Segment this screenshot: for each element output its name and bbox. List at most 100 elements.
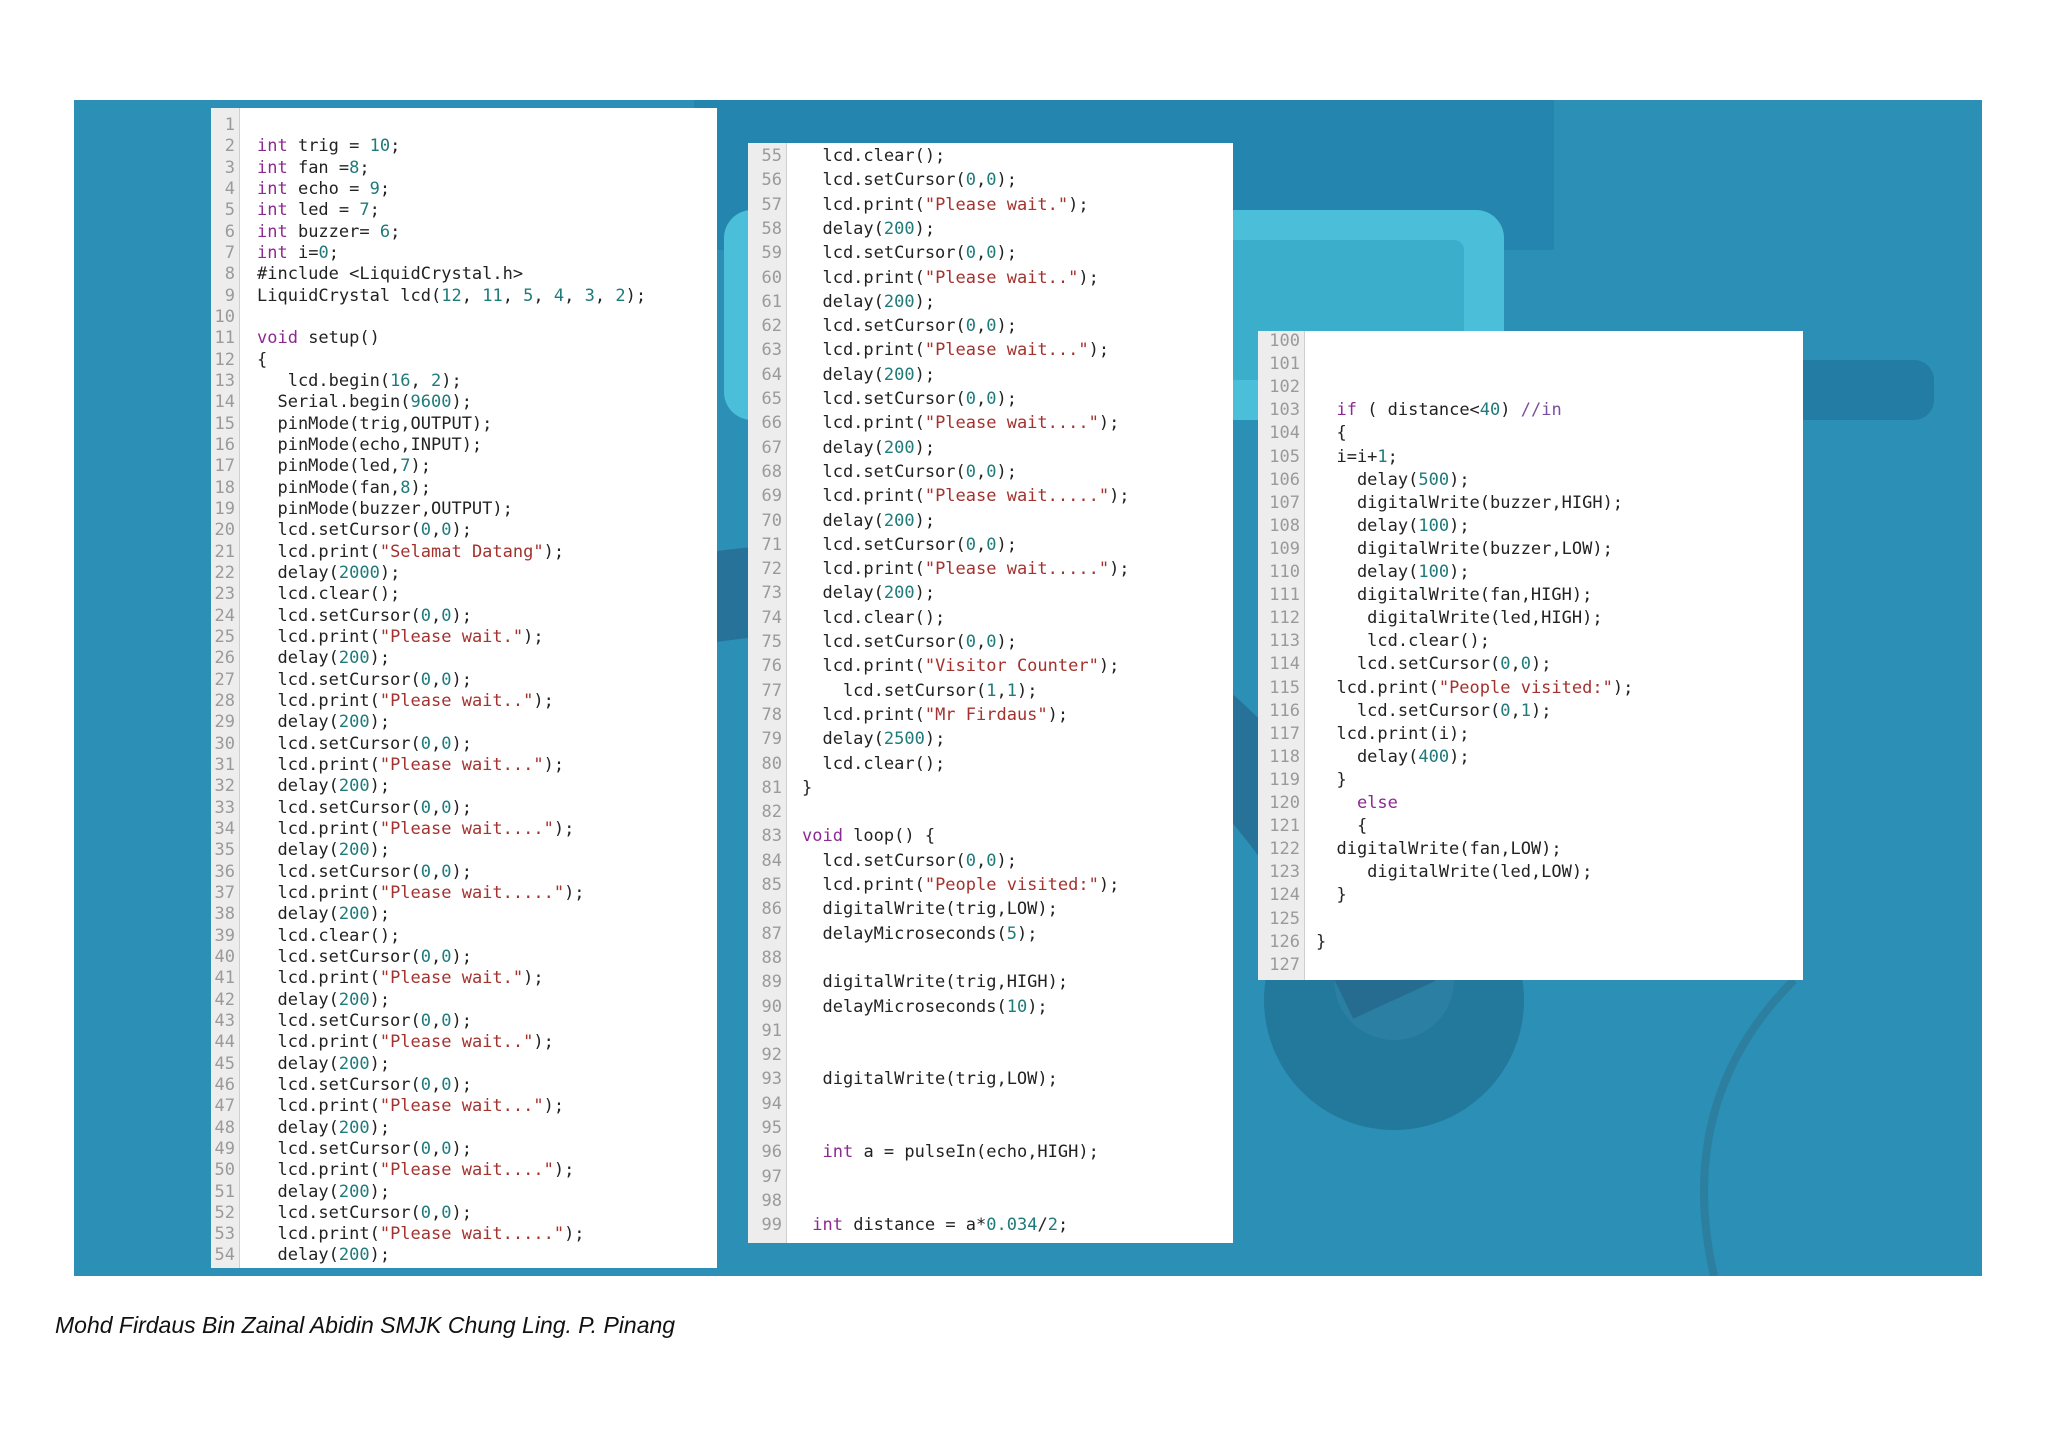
code-line: 18 pinMode(fan,8); [211, 478, 717, 499]
line-number: 38 [214, 904, 235, 925]
line-number: 101 [1269, 354, 1300, 375]
line-number: 104 [1269, 423, 1300, 444]
code-line: 69 lcd.print("Please wait....."); [748, 486, 1233, 507]
line-number: 96 [761, 1142, 782, 1163]
code-text: lcd.print("Visitor Counter"); [802, 656, 1120, 677]
code-line: 70 delay(200); [748, 511, 1233, 532]
code-line: 88 [748, 948, 1233, 969]
line-number: 126 [1269, 931, 1300, 952]
line-number: 81 [761, 777, 782, 798]
line-number: 110 [1269, 562, 1300, 582]
line-number: 44 [214, 1032, 235, 1053]
line-number: 16 [214, 434, 235, 455]
code-line: 102 [1258, 377, 1803, 398]
line-number: 89 [761, 972, 782, 993]
line-number: 124 [1269, 885, 1300, 906]
line-number: 22 [214, 562, 235, 583]
code-line: 110 delay(100); [1258, 562, 1803, 583]
line-number: 111 [1269, 585, 1300, 606]
line-number: 46 [214, 1074, 235, 1095]
code-text: lcd.setCursor(0,0); [257, 1138, 472, 1159]
line-number: 100 [1269, 331, 1300, 351]
code-line: 113 lcd.clear(); [1258, 631, 1803, 652]
line-number: 112 [1269, 608, 1300, 629]
code-text: lcd.clear(); [802, 607, 946, 628]
line-number: 3 [224, 157, 235, 178]
line-number: 15 [214, 413, 235, 434]
code-line: 37 lcd.print("Please wait....."); [211, 883, 717, 904]
code-text: pinMode(led,7); [257, 456, 432, 477]
line-number: 119 [1269, 769, 1300, 790]
code-line: 95 [748, 1118, 1233, 1139]
code-text: lcd.setCursor(0,0); [802, 389, 1017, 409]
code-line: 34 lcd.print("Please wait...."); [211, 819, 717, 840]
line-number: 79 [761, 729, 782, 750]
code-text: lcd.setCursor(1,1); [802, 680, 1038, 701]
line-number: 51 [214, 1181, 235, 1202]
line-number: 11 [214, 328, 235, 349]
line-number: 18 [214, 477, 235, 498]
code-text: lcd.clear(); [802, 146, 946, 166]
line-number: 50 [214, 1160, 235, 1181]
line-number: 21 [214, 541, 235, 562]
line-number: 35 [214, 840, 235, 861]
code-text: int led = 7; [257, 200, 380, 221]
line-number: 52 [214, 1202, 235, 1223]
code-text: lcd.print("Please wait."); [257, 968, 544, 989]
code-line: 75 lcd.setCursor(0,0); [748, 632, 1233, 653]
code-text: } [1316, 931, 1327, 952]
code-line: 48 delay(200); [211, 1118, 717, 1139]
code-line: 52 lcd.setCursor(0,0); [211, 1203, 717, 1224]
line-number: 30 [214, 733, 235, 754]
code-line: 27 lcd.setCursor(0,0); [211, 670, 717, 691]
line-number: 71 [761, 534, 782, 555]
code-line: 43 lcd.setCursor(0,0); [211, 1011, 717, 1032]
line-number: 25 [214, 626, 235, 647]
line-number: 116 [1269, 700, 1300, 721]
code-text: int fan =8; [257, 157, 370, 178]
line-number: 85 [761, 875, 782, 895]
line-number: 72 [761, 559, 782, 580]
code-line: 91 [748, 1021, 1233, 1042]
line-number: 82 [761, 802, 782, 823]
code-text: delay(2500); [802, 729, 946, 750]
code-text: lcd.setCursor(0,0); [802, 316, 1017, 337]
line-number: 97 [761, 1166, 782, 1187]
code-text: lcd.setCursor(0,1); [1316, 700, 1552, 721]
code-line: 51 delay(200); [211, 1182, 717, 1203]
code-line: 53 lcd.print("Please wait....."); [211, 1224, 717, 1245]
code-text: lcd.setCursor(0,0); [257, 520, 472, 541]
line-number: 57 [761, 194, 782, 215]
code-line: 16 pinMode(echo,INPUT); [211, 435, 717, 456]
code-line: 56 lcd.setCursor(0,0); [748, 170, 1233, 191]
code-text: delay(200); [802, 510, 936, 531]
code-line: 67 delay(200); [748, 438, 1233, 459]
code-text: lcd.clear(); [802, 753, 946, 774]
code-line: 92 [748, 1045, 1233, 1066]
code-line: 47 lcd.print("Please wait..."); [211, 1096, 717, 1117]
code-line: 62 lcd.setCursor(0,0); [748, 316, 1233, 337]
code-line: 108 delay(100); [1258, 516, 1803, 537]
code-line: 127 [1258, 955, 1803, 976]
code-line: 9 LiquidCrystal lcd(12, 11, 5, 4, 3, 2); [211, 286, 717, 307]
code-text: lcd.setCursor(0,0); [1316, 654, 1552, 675]
code-line: 14 Serial.begin(9600); [211, 392, 717, 413]
code-text: lcd.setCursor(0,0); [257, 946, 472, 967]
code-line: 40 lcd.setCursor(0,0); [211, 947, 717, 968]
code-line: 96 int a = pulseIn(echo,HIGH); [748, 1142, 1233, 1163]
line-number: 63 [761, 340, 782, 361]
code-text: lcd.print("Please wait...."); [802, 413, 1120, 434]
code-line: 72 lcd.print("Please wait....."); [748, 559, 1233, 580]
code-line: 100 [1258, 331, 1803, 352]
code-line: 61 delay(200); [748, 292, 1233, 313]
code-line: 106 delay(500); [1258, 470, 1803, 491]
code-line: 21 lcd.print("Selamat Datang"); [211, 542, 717, 563]
code-line: 115 lcd.print("People visited:"); [1258, 678, 1803, 699]
code-panel-1: 1 2 int trig = 10; 3 int fan =8; 4 int echo = … [211, 108, 717, 1268]
line-number: 108 [1269, 515, 1300, 536]
line-number: 6 [224, 221, 235, 242]
code-text: { [257, 349, 268, 370]
code-text: lcd.print("Please wait."); [257, 626, 544, 647]
code-line: 10 [211, 307, 717, 328]
line-number: 54 [214, 1245, 235, 1266]
